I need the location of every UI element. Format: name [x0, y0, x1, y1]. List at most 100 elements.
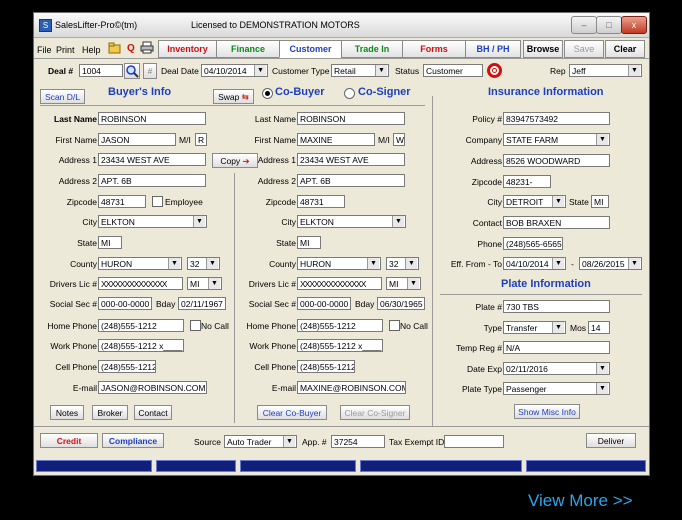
buyer-dl-state-select[interactable]: MI [187, 277, 222, 290]
clear-cobuyer-button[interactable]: Clear Co-Buyer [257, 405, 327, 420]
notes-button[interactable]: Notes [50, 405, 84, 420]
buyer-first-name-field[interactable]: JASON [98, 133, 176, 146]
cobuyer-cell-phone-field[interactable]: (248)555-1212 [297, 360, 355, 373]
deal-number-field[interactable]: 1004 [79, 64, 123, 77]
compliance-button[interactable]: Compliance [102, 433, 164, 448]
temp-reg-field[interactable]: N/A [503, 341, 610, 354]
insurance-city-select[interactable]: DETROIT [503, 195, 566, 208]
cobuyer-county-number-select[interactable]: 32 [386, 257, 419, 270]
customer-type-label: Customer Type [272, 66, 330, 76]
cobuyer-email-field[interactable]: MAXINE@ROBINSON.COM [297, 381, 406, 394]
cobuyer-work-phone-field[interactable]: (248)555-1212 x____ [297, 339, 383, 352]
deal-date-select[interactable]: 04/10/2014 [201, 64, 268, 77]
save-button[interactable]: Save [564, 40, 604, 58]
cobuyer-county-select[interactable]: HURON [297, 257, 381, 270]
credit-button[interactable]: Credit [40, 433, 98, 448]
cobuyer-bday-field[interactable]: 06/30/1965 [377, 297, 425, 310]
cobuyer-ssn-field[interactable]: 000-00-0000 [297, 297, 351, 310]
cobuyer-last-name-field[interactable]: ROBINSON [297, 112, 405, 125]
eff-to-select[interactable]: 08/26/2015 [579, 257, 642, 270]
cobuyer-address1-field[interactable]: 23434 WEST AVE [297, 153, 405, 166]
buyer-bday-field[interactable]: 02/11/1967 [178, 297, 226, 310]
buyer-zipcode-field[interactable]: 48731 [98, 195, 146, 208]
employee-checkbox[interactable] [152, 196, 163, 207]
insurance-zipcode-field[interactable]: 48231- [503, 175, 551, 188]
menu-help[interactable]: Help [82, 45, 101, 55]
buyer-work-phone-field[interactable]: (248)555-1212 x____ [98, 339, 184, 352]
buyer-state-field[interactable]: MI [98, 236, 122, 249]
cobuyer-drivers-lic-field[interactable]: XXXXXXXXXXXXXX [297, 277, 382, 290]
plate-type-select[interactable]: Transfer [503, 321, 566, 334]
insurance-phone-field[interactable]: (248)565-6565 [503, 237, 563, 250]
close-button[interactable]: x [621, 16, 647, 34]
buyer-ssn-field[interactable]: 000-00-0000 [98, 297, 152, 310]
status-field[interactable]: Customer [423, 64, 483, 77]
buyer-address2-field[interactable]: APT. 6B [98, 174, 206, 187]
folder-icon[interactable] [108, 42, 121, 54]
buyer-cell-phone-field[interactable]: (248)555-1212 [98, 360, 156, 373]
cobuyer-mi-field[interactable]: W [393, 133, 405, 146]
app-number-field[interactable]: 37254 [331, 435, 385, 448]
plate-class-select[interactable]: Passenger [503, 382, 610, 395]
view-more-link[interactable]: View More >> [528, 491, 633, 511]
cobuyer-radio[interactable] [262, 88, 273, 99]
cobuyer-address2-field[interactable]: APT. 6B [297, 174, 405, 187]
buyer-home-phone-field[interactable]: (248)555-1212 [98, 319, 184, 332]
tab-bh-ph[interactable]: BH / PH [465, 40, 521, 58]
tab-finance[interactable]: Finance [216, 40, 280, 58]
cobuyer-home-phone-field[interactable]: (248)555-1212 [297, 319, 383, 332]
tax-exempt-field[interactable] [444, 435, 504, 448]
swap-button[interactable]: Swap ⇆ [213, 89, 254, 104]
quick-q-button[interactable]: Q [127, 43, 135, 54]
buyer-address1-field[interactable]: 23434 WEST AVE [98, 153, 206, 166]
buyer-email-field[interactable]: JASON@ROBINSON.COM [98, 381, 207, 394]
cobuyer-city-select[interactable]: ELKTON [297, 215, 406, 228]
policy-field[interactable]: 83947573492 [503, 112, 610, 125]
mos-field[interactable]: 14 [588, 321, 610, 334]
insurance-company-select[interactable]: STATE FARM [503, 133, 610, 146]
insurance-contact-field[interactable]: BOB BRAXEN [503, 216, 610, 229]
insurance-state-field[interactable]: MI [591, 195, 609, 208]
cosigner-radio[interactable] [344, 88, 355, 99]
cobuyer-no-call-checkbox[interactable] [389, 320, 400, 331]
insurance-address-field[interactable]: 8526 WOODWARD [503, 154, 610, 167]
buyer-city-select[interactable]: ELKTON [98, 215, 207, 228]
printer-icon[interactable] [140, 41, 154, 54]
tab-inventory[interactable]: Inventory [158, 40, 217, 58]
broker-button[interactable]: Broker [92, 405, 128, 420]
buyer-mi-field[interactable]: R [195, 133, 207, 146]
tab-customer[interactable]: Customer [279, 40, 342, 58]
buyer-no-call-checkbox[interactable] [190, 320, 201, 331]
deliver-button[interactable]: Deliver [586, 433, 636, 448]
rep-select[interactable]: Jeff [569, 64, 642, 77]
tab-trade-in[interactable]: Trade In [341, 40, 403, 58]
cobuyer-first-name-field[interactable]: MAXINE [297, 133, 375, 146]
date-exp-select[interactable]: 02/11/2016 [503, 362, 610, 375]
browse-button[interactable]: Browse [523, 40, 563, 58]
search-icon[interactable] [124, 63, 140, 79]
lifebuoy-icon[interactable] [487, 63, 502, 78]
clear-cosigner-button[interactable]: Clear Co-Signer [340, 405, 410, 420]
show-misc-info-button[interactable]: Show Misc Info [514, 404, 580, 419]
minimize-button[interactable]: – [571, 16, 597, 34]
cobuyer-dl-state-select[interactable]: MI [386, 277, 421, 290]
buyer-county-number-select[interactable]: 32 [187, 257, 220, 270]
copy-button[interactable]: Copy ➔ [212, 153, 258, 168]
customer-type-select[interactable]: Retail [331, 64, 389, 77]
clear-button[interactable]: Clear [605, 40, 645, 58]
buyer-last-name-field[interactable]: ROBINSON [98, 112, 206, 125]
cobuyer-state-field[interactable]: MI [297, 236, 321, 249]
maximize-button[interactable]: □ [596, 16, 622, 34]
buyer-county-select[interactable]: HURON [98, 257, 182, 270]
buyer-drivers-lic-field[interactable]: XXXXXXXXXXXXXX [98, 277, 183, 290]
hash-button[interactable]: # [143, 63, 157, 79]
plate-number-field[interactable]: 730 TBS [503, 300, 610, 313]
cobuyer-zipcode-field[interactable]: 48731 [297, 195, 345, 208]
eff-from-select[interactable]: 04/10/2014 [503, 257, 566, 270]
menu-file[interactable]: File [37, 45, 52, 55]
source-select[interactable]: Auto Trader [224, 435, 297, 448]
scan-dl-button[interactable]: Scan D/L [40, 89, 85, 104]
menu-print[interactable]: Print [56, 45, 75, 55]
contact-button[interactable]: Contact [134, 405, 172, 420]
tab-forms[interactable]: Forms [402, 40, 466, 58]
